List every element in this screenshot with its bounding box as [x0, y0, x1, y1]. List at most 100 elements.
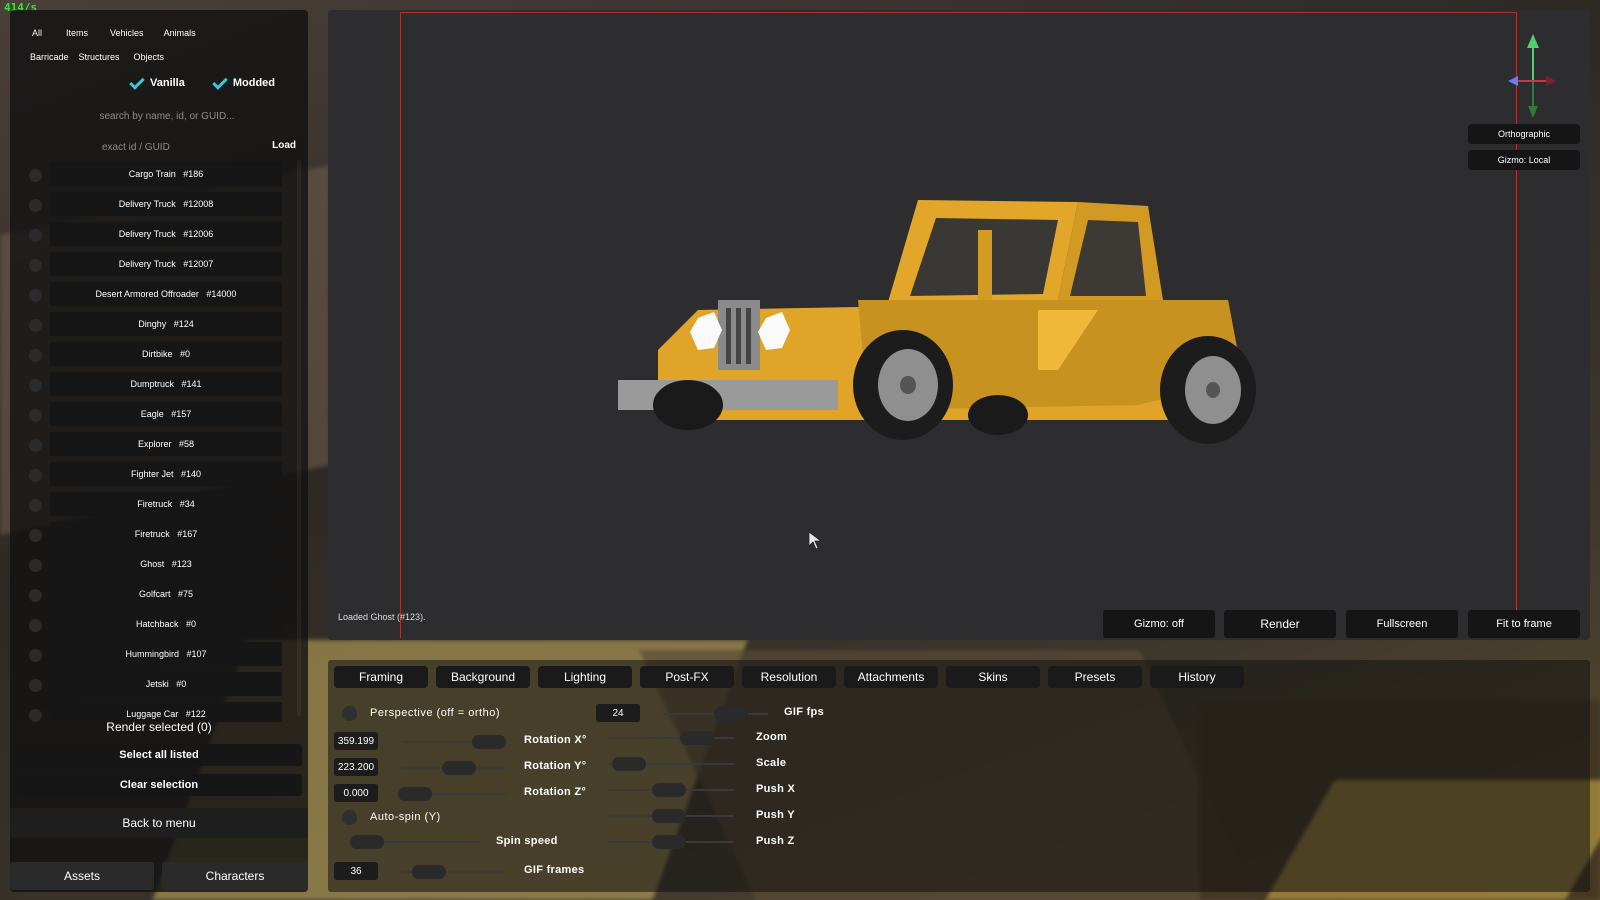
tab-history[interactable]: History: [1150, 666, 1244, 688]
list-item[interactable]: Firetruck #167: [24, 520, 306, 550]
push-x-slider[interactable]: [608, 783, 734, 797]
back-to-menu-button[interactable]: Back to menu: [10, 808, 308, 838]
asset-label[interactable]: Ghost #123: [50, 552, 282, 576]
auto-spin-toggle[interactable]: [342, 810, 357, 825]
assets-button[interactable]: Assets: [10, 862, 154, 890]
zoom-slider[interactable]: [608, 731, 734, 745]
render-selected-button[interactable]: Render selected (0): [16, 715, 302, 739]
orthographic-button[interactable]: Orthographic: [1468, 124, 1580, 144]
gif-frames-value[interactable]: 36: [334, 862, 378, 880]
asset-label[interactable]: Dinghy #124: [50, 312, 282, 336]
select-checkbox[interactable]: [29, 199, 42, 212]
exact-id-input[interactable]: [28, 138, 248, 156]
asset-label[interactable]: Dirtbike #0: [50, 342, 282, 366]
modded-filter[interactable]: Modded: [213, 76, 275, 90]
asset-label[interactable]: Delivery Truck #12006: [50, 222, 282, 246]
asset-label[interactable]: Firetruck #167: [50, 522, 282, 546]
list-item[interactable]: Dirtbike #0: [24, 340, 306, 370]
category-objects[interactable]: Objects: [134, 52, 173, 62]
asset-label[interactable]: Cargo Train #186: [50, 162, 282, 186]
gizmo-local-button[interactable]: Gizmo: Local: [1468, 150, 1580, 170]
clear-selection-button[interactable]: Clear selection: [16, 774, 302, 796]
list-item[interactable]: Delivery Truck #12006: [24, 220, 306, 250]
rotation-z-slider[interactable]: [398, 787, 506, 801]
asset-label[interactable]: Delivery Truck #12008: [50, 192, 282, 216]
asset-label[interactable]: Eagle #157: [50, 402, 282, 426]
asset-label[interactable]: Desert Armored Offroader #14000: [50, 282, 282, 306]
list-item[interactable]: Desert Armored Offroader #14000: [24, 280, 306, 310]
list-item[interactable]: Ghost #123: [24, 550, 306, 580]
render-viewport[interactable]: Orthographic Gizmo: Local Loaded Ghost (…: [328, 10, 1590, 640]
list-item[interactable]: Jetski #0: [24, 670, 306, 700]
asset-label[interactable]: Firetruck #34: [50, 492, 282, 516]
spin-speed-slider[interactable]: [350, 835, 480, 849]
asset-label[interactable]: Golfcart #75: [50, 582, 282, 606]
characters-button[interactable]: Characters: [162, 862, 308, 890]
select-checkbox[interactable]: [29, 439, 42, 452]
list-item[interactable]: Cargo Train #186: [24, 160, 306, 190]
vehicle-model-preview[interactable]: [618, 200, 1258, 460]
asset-label[interactable]: Fighter Jet #140: [50, 462, 282, 486]
select-all-button[interactable]: Select all listed: [16, 744, 302, 766]
perspective-toggle[interactable]: [342, 706, 357, 721]
list-item[interactable]: Firetruck #34: [24, 490, 306, 520]
gif-fps-slider[interactable]: [664, 707, 768, 721]
tab-post-fx[interactable]: Post-FX: [640, 666, 734, 688]
list-item[interactable]: Delivery Truck #12007: [24, 250, 306, 280]
asset-label[interactable]: Explorer #58: [50, 432, 282, 456]
asset-list-scrollbar[interactable]: [297, 160, 301, 716]
category-structures[interactable]: Structures: [79, 52, 134, 62]
select-checkbox[interactable]: [29, 409, 42, 422]
select-checkbox[interactable]: [29, 229, 42, 242]
tab-presets[interactable]: Presets: [1048, 666, 1142, 688]
list-item[interactable]: Golfcart #75: [24, 580, 306, 610]
select-checkbox[interactable]: [29, 169, 42, 182]
tab-skins[interactable]: Skins: [946, 666, 1040, 688]
search-input[interactable]: [28, 106, 306, 126]
axis-gizmo-icon[interactable]: [1498, 30, 1558, 120]
vanilla-filter[interactable]: Vanilla: [130, 76, 185, 90]
list-item[interactable]: Delivery Truck #12008: [24, 190, 306, 220]
select-checkbox[interactable]: [29, 619, 42, 632]
list-item[interactable]: Hummingbird #107: [24, 640, 306, 670]
category-items[interactable]: Items: [52, 28, 98, 38]
list-item[interactable]: Fighter Jet #140: [24, 460, 306, 490]
scale-slider[interactable]: [608, 757, 734, 771]
asset-label[interactable]: Hatchback #0: [50, 612, 282, 636]
tab-resolution[interactable]: Resolution: [742, 666, 836, 688]
push-z-slider[interactable]: [608, 835, 734, 849]
select-checkbox[interactable]: [29, 529, 42, 542]
list-item[interactable]: Hatchback #0: [24, 610, 306, 640]
fullscreen-button[interactable]: Fullscreen: [1346, 610, 1458, 638]
list-item[interactable]: Dumptruck #141: [24, 370, 306, 400]
select-checkbox[interactable]: [29, 469, 42, 482]
list-item[interactable]: Dinghy #124: [24, 310, 306, 340]
tab-attachments[interactable]: Attachments: [844, 666, 938, 688]
rotation-x-slider[interactable]: [402, 735, 506, 749]
rotation-y-value[interactable]: 223.200: [334, 758, 378, 776]
select-checkbox[interactable]: [29, 589, 42, 602]
select-checkbox[interactable]: [29, 379, 42, 392]
select-checkbox[interactable]: [29, 319, 42, 332]
fit-to-frame-button[interactable]: Fit to frame: [1468, 610, 1580, 638]
select-checkbox[interactable]: [29, 559, 42, 572]
select-checkbox[interactable]: [29, 499, 42, 512]
load-button[interactable]: Load: [272, 140, 296, 151]
select-checkbox[interactable]: [29, 289, 42, 302]
list-item[interactable]: Explorer #58: [24, 430, 306, 460]
tab-background[interactable]: Background: [436, 666, 530, 688]
category-barricade[interactable]: Barricade: [20, 52, 79, 62]
select-checkbox[interactable]: [29, 259, 42, 272]
list-item[interactable]: Eagle #157: [24, 400, 306, 430]
asset-label[interactable]: Dumptruck #141: [50, 372, 282, 396]
asset-label[interactable]: Hummingbird #107: [50, 642, 282, 666]
rotation-x-value[interactable]: 359.199: [334, 732, 378, 750]
select-checkbox[interactable]: [29, 349, 42, 362]
gif-frames-slider[interactable]: [402, 865, 506, 879]
rotation-y-slider[interactable]: [402, 761, 506, 775]
asset-label[interactable]: Delivery Truck #12007: [50, 252, 282, 276]
select-checkbox[interactable]: [29, 649, 42, 662]
gif-fps-value[interactable]: 24: [596, 704, 640, 722]
category-vehicles[interactable]: Vehicles: [98, 28, 154, 38]
category-animals[interactable]: Animals: [154, 28, 206, 38]
